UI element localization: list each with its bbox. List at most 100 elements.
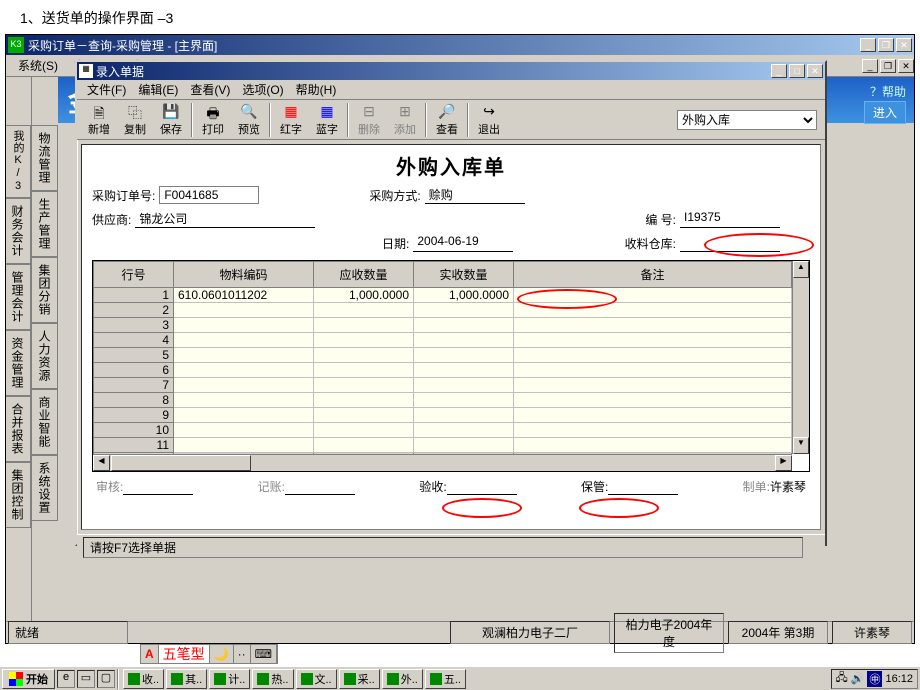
audit-label: 审核: — [96, 478, 123, 495]
taskbar-task[interactable]: 其.. — [166, 669, 207, 689]
table-row[interactable]: 8 — [94, 393, 792, 408]
ime-moon-icon[interactable]: 🌙 — [210, 645, 234, 663]
minimize-button[interactable]: _ — [860, 38, 876, 52]
menu-file[interactable]: 文件(F) — [81, 79, 132, 100]
table-row[interactable]: 2 — [94, 303, 792, 318]
blue-button[interactable]: ▦蓝字 — [309, 101, 345, 139]
ime-label[interactable]: 五笔型 — [159, 645, 210, 663]
sidebar-bi[interactable]: 商业智能 — [32, 389, 58, 455]
keep-value[interactable] — [608, 479, 678, 495]
system-tray[interactable]: 🖧 🔊 ㊥ 16:12 — [831, 669, 919, 689]
col-rownum[interactable]: 行号 — [94, 262, 174, 288]
lookup-button[interactable]: 🔎查看 — [429, 101, 465, 139]
quick-desktop-icon[interactable]: ▭ — [77, 670, 95, 688]
col-material[interactable]: 物料编码 — [174, 262, 314, 288]
taskbar-task[interactable]: 文.. — [296, 669, 337, 689]
grid[interactable]: 行号 物料编码 应收数量 实收数量 备注 1610.06010112021,00… — [93, 261, 792, 454]
delete-button[interactable]: ⊟删除 — [351, 101, 387, 139]
tray-net-icon[interactable]: 🖧 — [836, 669, 848, 688]
sidebar-consol[interactable]: 合并报表 — [6, 396, 31, 462]
scroll-thumb[interactable] — [111, 455, 251, 471]
copy-button[interactable]: ⿻复制 — [117, 101, 153, 139]
sidebar-finance[interactable]: 财务会计 — [6, 198, 31, 264]
child-close-button[interactable]: ✕ — [898, 59, 914, 73]
scroll-right-button[interactable]: ▶ — [775, 455, 792, 471]
date-value[interactable]: 2004-06-19 — [413, 234, 513, 252]
menu-option[interactable]: 选项(O) — [236, 79, 289, 100]
sidebar-distribution[interactable]: 集团分销 — [32, 257, 58, 323]
ime-keyboard-icon[interactable]: ⌨ — [251, 645, 277, 663]
sidebar-logistics[interactable]: 物流管理 — [32, 125, 58, 191]
supplier-value[interactable]: 锦龙公司 — [135, 210, 315, 228]
doc-type-select[interactable]: 外购入库 — [677, 110, 817, 130]
close-button[interactable]: ✕ — [896, 38, 912, 52]
exit-button[interactable]: ↪退出 — [471, 101, 507, 139]
add-button[interactable]: ⊞添加 — [387, 101, 423, 139]
table-row[interactable]: 5 — [94, 348, 792, 363]
sidebar-mgmt-acct[interactable]: 管理会计 — [6, 264, 31, 330]
save-button[interactable]: 💾保存 — [153, 101, 189, 139]
red-button[interactable]: ▦红字 — [273, 101, 309, 139]
sidebar-funds[interactable]: 资金管理 — [6, 330, 31, 396]
table-row[interactable]: 7 — [94, 378, 792, 393]
sidebar-group-ctrl[interactable]: 集团控制 — [6, 462, 31, 528]
ime-bar[interactable]: A 五笔型 🌙 ·· ⌨ — [140, 644, 278, 664]
inner-maximize-button[interactable]: □ — [789, 64, 805, 78]
v-scrollbar[interactable]: ▲ ▼ — [792, 261, 809, 454]
help-link[interactable]: ？帮助 — [870, 83, 906, 100]
taskbar-task[interactable]: 外.. — [382, 669, 423, 689]
table-row[interactable]: 9 — [94, 408, 792, 423]
inner-minimize-button[interactable]: _ — [771, 64, 787, 78]
table-row[interactable]: 6 — [94, 363, 792, 378]
menu-view[interactable]: 查看(V) — [184, 79, 236, 100]
preview-button[interactable]: 🔍预览 — [231, 101, 267, 139]
sidebar-production[interactable]: 生产管理 — [32, 191, 58, 257]
order-no-field[interactable]: F0041685 — [159, 186, 259, 204]
table-row[interactable]: 10 — [94, 423, 792, 438]
warehouse-value[interactable] — [680, 234, 780, 252]
taskbar-task[interactable]: 收.. — [123, 669, 164, 689]
scroll-left-button[interactable]: ◀ — [93, 455, 110, 471]
inner-close-button[interactable]: ✕ — [807, 64, 823, 78]
tray-ime-icon[interactable]: ㊥ — [867, 671, 882, 687]
col-actual[interactable]: 实收数量 — [414, 262, 514, 288]
sidebar-settings[interactable]: 系统设置 — [32, 455, 58, 521]
sidebar-myk3[interactable]: 我的K/3 — [6, 125, 31, 198]
taskbar-task[interactable]: 热.. — [252, 669, 293, 689]
col-receivable[interactable]: 应收数量 — [314, 262, 414, 288]
quick-app-icon[interactable]: ▢ — [97, 670, 115, 688]
col-note[interactable]: 备注 — [514, 262, 792, 288]
child-restore-button[interactable]: ❐ — [880, 59, 896, 73]
print-button[interactable]: 🖶打印 — [195, 101, 231, 139]
supplier-label: 供应商: — [92, 211, 131, 228]
accept-value[interactable] — [447, 479, 517, 495]
menu-system[interactable]: 系统(S) — [10, 55, 66, 76]
sidebar-hr[interactable]: 人力资源 — [32, 323, 58, 389]
doc-type-combo[interactable]: 外购入库 — [677, 110, 817, 130]
table-row[interactable]: 4 — [94, 333, 792, 348]
doc-heading: 1、送货单的操作界面 –3 — [0, 0, 920, 36]
start-button[interactable]: 开始 — [2, 669, 55, 689]
ime-dots-icon[interactable]: ·· — [234, 645, 251, 663]
h-scrollbar[interactable]: ◀ ▶ — [93, 454, 792, 471]
status-hint: 请按F7选择单据 — [83, 537, 803, 558]
quick-ie-icon[interactable]: e — [57, 670, 75, 688]
table-row[interactable]: 1610.06010112021,000.00001,000.0000 — [94, 288, 792, 303]
taskbar-task[interactable]: 五.. — [425, 669, 466, 689]
taskbar-task[interactable]: 计.. — [209, 669, 250, 689]
menu-help-inner[interactable]: 帮助(H) — [290, 79, 343, 100]
menu-edit[interactable]: 编辑(E) — [132, 79, 184, 100]
taskbar-task[interactable]: 采.. — [339, 669, 380, 689]
table-row[interactable]: 11 — [94, 438, 792, 453]
restore-button[interactable]: ❐ — [878, 38, 894, 52]
table-row[interactable]: 3 — [94, 318, 792, 333]
date-label: 日期: — [382, 235, 409, 252]
inner-menubar: 文件(F) 编辑(E) 查看(V) 选项(O) 帮助(H) — [77, 80, 825, 100]
child-minimize-button[interactable]: _ — [862, 59, 878, 73]
scroll-up-button[interactable]: ▲ — [793, 261, 809, 278]
scroll-down-button[interactable]: ▼ — [793, 437, 809, 454]
ime-a-icon[interactable]: A — [141, 645, 159, 663]
new-button[interactable]: 🗎新增 — [81, 101, 117, 139]
enter-button[interactable]: 进入 — [864, 101, 906, 124]
tray-vol-icon[interactable]: 🔊 — [851, 672, 865, 685]
